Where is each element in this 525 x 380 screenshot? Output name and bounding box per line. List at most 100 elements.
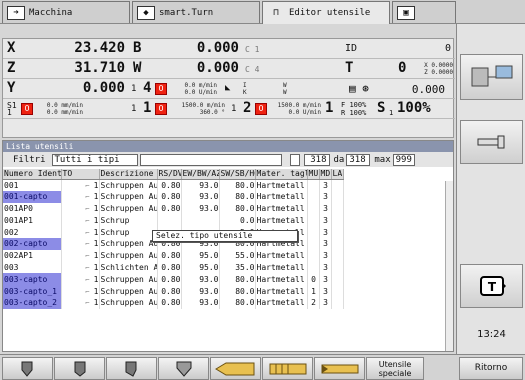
column-header[interactable]: LA	[331, 169, 344, 180]
table-row[interactable]: 001AP1 ⌐ 1 Schrup 0.0 Hartmetall 3	[3, 214, 344, 227]
tab-save[interactable]: ▣	[392, 1, 456, 23]
cell-sw: 80.0	[219, 190, 256, 203]
machine-icon	[471, 65, 512, 87]
column-header[interactable]: SW/SB/HG	[219, 169, 256, 180]
tool-z-offset: Z 0.0000	[424, 69, 453, 76]
cell-id: 003-capto	[3, 273, 62, 286]
tool-symbol-icon: ⌐	[85, 299, 94, 308]
cell-ew: 93.0	[181, 190, 220, 203]
table-row[interactable]: 003-capto⌐ 1Schruppen Aussen0.8093.080.0…	[3, 273, 344, 286]
tool-symbol-icon: ⌐	[85, 204, 94, 213]
cell-desc: Schruppen Aussen	[99, 190, 158, 203]
id-value: 0	[444, 43, 451, 54]
cell-md: 3	[319, 273, 332, 286]
cell-desc: Schrup	[99, 214, 158, 227]
max-value: 999	[392, 153, 415, 166]
cell-to: ⌐ 1	[61, 226, 100, 238]
table-row[interactable]: 003⌐ 1Schlichten Auss.0.8095.035.0Hartme…	[3, 261, 344, 274]
arrow-right-icon: ➜	[7, 5, 25, 20]
column-header[interactable]: TO	[61, 169, 100, 180]
tab-editor-utensile[interactable]: ⊓ Editor utensile	[262, 1, 390, 24]
cell-id: 001-capto	[3, 190, 62, 203]
cell-mat: Hartmetall	[255, 202, 308, 215]
special-tool-button[interactable]: Utensile speciale	[366, 357, 424, 380]
tool-right-icon	[125, 361, 136, 377]
axis-w-label: W	[133, 60, 142, 76]
tool-type-1-button[interactable]	[2, 357, 53, 380]
cell-to: ⌐ 1	[61, 261, 100, 274]
column-header[interactable]: Mater. tagl.	[255, 169, 308, 180]
cell-id: 003-capto_1	[3, 285, 62, 297]
back-button[interactable]: Ritorno	[459, 357, 523, 380]
cell-to: ⌐ 1	[61, 296, 100, 309]
cell-desc: Schruppen Aussen	[99, 237, 158, 250]
table-row[interactable]: 001AP0⌐ 1Schruppen Aussen0.8093.080.0Har…	[3, 202, 344, 215]
cell-id: 001	[3, 179, 62, 191]
spindle1-rate: 1500.0 m/min	[181, 102, 225, 109]
column-header[interactable]: RS/DV	[157, 169, 182, 180]
table-row[interactable]: 001⌐ 1Schruppen Aussen0.8093.080.0Hartme…	[3, 179, 344, 191]
tab-label: Editor utensile	[289, 8, 371, 18]
cell-mat: Hartmetall	[255, 261, 308, 274]
column-header[interactable]: MD	[319, 169, 332, 180]
svg-text:T: T	[487, 280, 496, 294]
cell-to: ⌐ 1	[61, 285, 100, 297]
cell-md: 3	[319, 202, 332, 215]
filter-text[interactable]	[139, 153, 282, 166]
tab-label: Macchina	[29, 7, 73, 18]
cell-to: 1	[93, 203, 99, 213]
axis-x-value: 23.420	[74, 40, 125, 56]
tool-type-2-button[interactable]	[54, 357, 105, 380]
cell-to: 1	[93, 251, 99, 261]
cell-rs: 0.80	[157, 179, 182, 191]
tool-symbol-icon: ⌐	[85, 287, 94, 296]
filter-select[interactable]: Tutti i tipi	[51, 153, 138, 166]
table-row[interactable]: 001-capto⌐ 1Schruppen Aussen0.8093.080.0…	[3, 190, 344, 203]
cell-la	[331, 226, 344, 238]
table-row[interactable]: 002AP1⌐ 1Schruppen Aussen0.8095.055.0Har…	[3, 249, 344, 262]
cell-desc: Schlichten Auss.	[99, 261, 158, 274]
spindle2-rpm: 0.0 U/min	[288, 109, 321, 116]
tab-smart-turn[interactable]: ◆ smart.Turn	[132, 1, 260, 23]
list-title: Lista utensili	[3, 141, 453, 152]
column-header[interactable]: MU	[307, 169, 320, 180]
tool-type-3-button[interactable]	[106, 357, 157, 380]
cell-sw: 80.0	[219, 273, 256, 286]
table-row[interactable]: 003-capto_2⌐ 1Schruppen Aussen0.8093.080…	[3, 296, 344, 309]
cell-desc: Schruppen Aussen	[99, 285, 158, 297]
filter-check[interactable]	[289, 153, 300, 166]
cell-sw: 55.0	[219, 249, 256, 262]
mill-button[interactable]	[314, 357, 365, 380]
tool-type-4-button[interactable]	[158, 357, 209, 380]
cell-to: 1	[93, 286, 99, 296]
s-label: S	[377, 100, 386, 116]
tool-symbol-icon: ⌐	[85, 252, 94, 261]
cell-mu	[307, 226, 320, 238]
cell-rs: 0.80	[157, 273, 182, 286]
cell-mu: 2	[307, 296, 320, 309]
cell-ew: 93.0	[181, 285, 220, 297]
tool-insert-button[interactable]	[460, 120, 523, 164]
tap-button[interactable]	[262, 357, 313, 380]
cell-to: ⌐ 1	[61, 237, 100, 250]
machine-view-button[interactable]	[460, 54, 523, 100]
list-scrollbar[interactable]	[445, 181, 453, 351]
ik-i-label: I	[243, 82, 247, 89]
tab-macchina[interactable]: ➜ Macchina	[2, 1, 130, 23]
drill-button[interactable]	[210, 357, 261, 380]
cell-to: ⌐ 1	[61, 214, 100, 227]
axis-b-label: B	[133, 40, 142, 56]
cell-rs: 0.80	[157, 261, 182, 274]
cell-to: ⌐ 1	[61, 190, 100, 203]
tool-t-button[interactable]: T	[460, 264, 523, 308]
table-row[interactable]: 003-capto_1⌐ 1Schruppen Aussen0.8093.080…	[3, 285, 344, 297]
tool-left-icon	[21, 361, 32, 377]
cell-la	[331, 261, 344, 274]
column-header[interactable]: Numero Ident	[3, 169, 62, 180]
s-idx: 1	[389, 109, 394, 117]
column-header[interactable]: EW/BW/AZ	[181, 169, 220, 180]
cell-mu	[307, 237, 320, 250]
column-header[interactable]: Descrizione	[99, 169, 158, 180]
select-tool-type-menu[interactable]: Selez. tipo utensile	[152, 230, 298, 242]
tool-icon: ⊓	[273, 8, 279, 18]
